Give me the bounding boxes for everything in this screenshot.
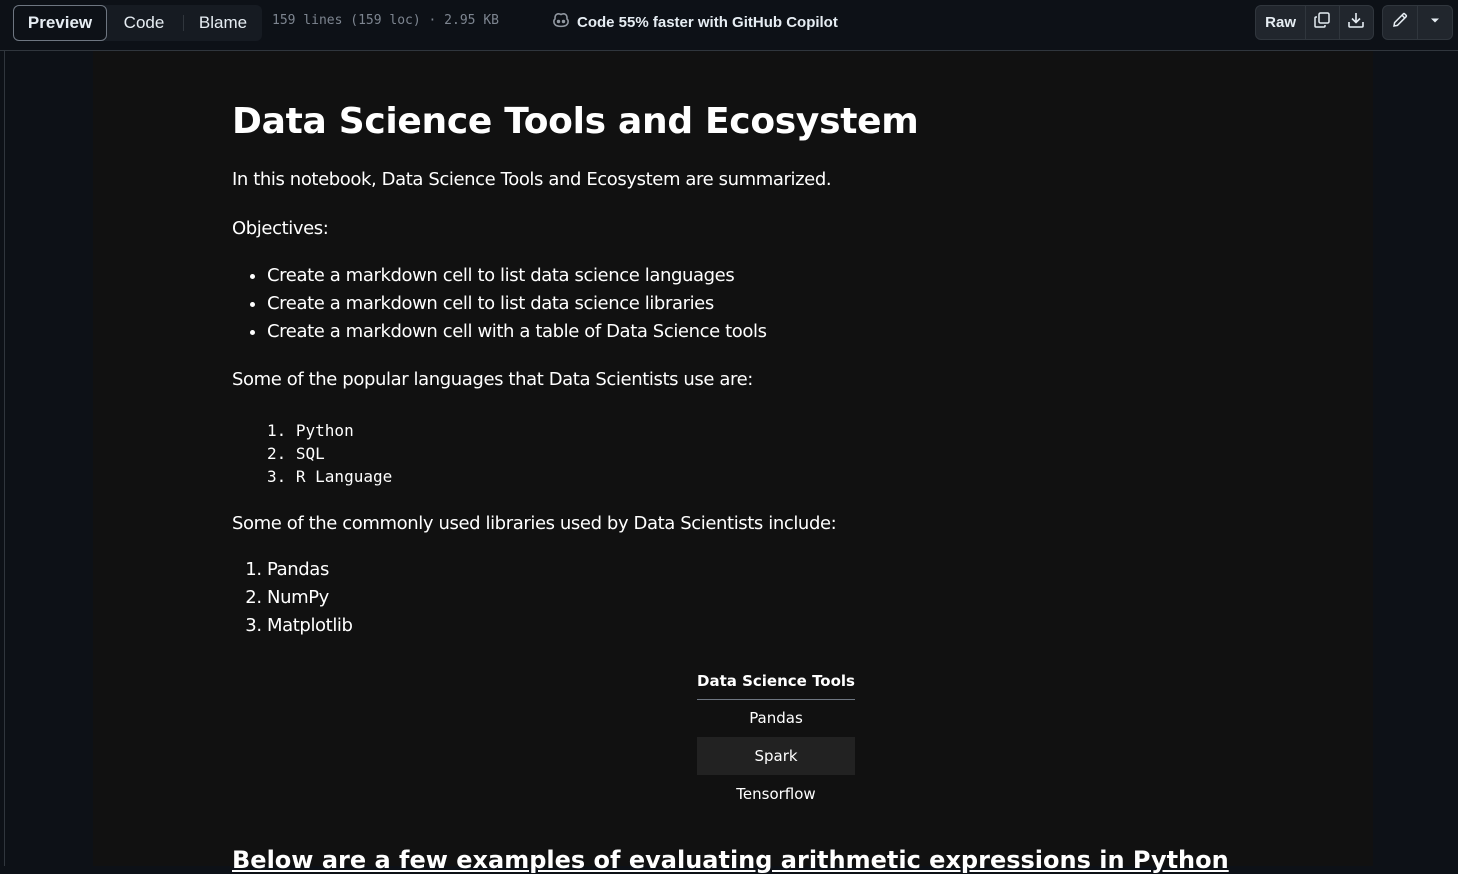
languages-intro: Some of the popular languages that Data …: [232, 369, 753, 390]
file-content-frame: Data Science Tools and Ecosystem In this…: [4, 51, 1458, 874]
edit-actions-group: [1382, 5, 1453, 40]
tab-code[interactable]: Code: [109, 5, 179, 41]
list-item: Matplotlib: [267, 614, 353, 642]
download-button[interactable]: [1340, 6, 1373, 39]
raw-actions-group: Raw: [1255, 5, 1374, 40]
list-item: Create a markdown cell with a table of D…: [267, 320, 767, 348]
copilot-icon: [551, 10, 571, 34]
download-icon: [1347, 11, 1365, 34]
triangle-down-icon: [1426, 11, 1444, 34]
table-header-row: Data Science Tools: [697, 663, 855, 700]
list-item: Create a markdown cell to list data scie…: [267, 292, 767, 320]
copy-raw-button[interactable]: [1306, 6, 1340, 39]
code-line: 1. Python: [267, 421, 354, 440]
more-edit-options-button[interactable]: [1418, 6, 1452, 39]
copilot-promo-link[interactable]: Code 55% faster with GitHub Copilot: [551, 11, 838, 33]
table-cell: Tensorflow: [736, 785, 816, 803]
table-row: Pandas: [697, 699, 855, 737]
tab-blame[interactable]: Blame: [185, 5, 261, 41]
objectives-label: Objectives:: [232, 218, 329, 239]
arithmetic-section-heading: Below are a few examples of evaluating a…: [232, 846, 1229, 874]
tools-table: Data Science Tools Pandas Spark Tensorfl…: [697, 663, 855, 813]
view-mode-segmented-control: Preview Code Blame: [13, 5, 262, 41]
code-line: 3. R Language: [267, 467, 393, 486]
code-line: 2. SQL: [267, 444, 325, 463]
libraries-list: Pandas NumPy Matplotlib: [232, 558, 353, 642]
libraries-intro: Some of the commonly used libraries used…: [232, 513, 837, 534]
languages-code-block: 1. Python 2. SQL 3. R Language: [267, 419, 392, 488]
table-row: Spark: [697, 737, 855, 775]
table-cell: Pandas: [749, 709, 803, 728]
copy-icon: [1313, 11, 1331, 34]
notebook-title: Data Science Tools and Ecosystem: [232, 101, 919, 142]
file-toolbar: Preview Code Blame 159 lines (159 loc) ·…: [0, 0, 1458, 51]
pencil-icon: [1391, 11, 1409, 34]
tab-preview[interactable]: Preview: [13, 5, 107, 41]
raw-button[interactable]: Raw: [1256, 6, 1307, 39]
copilot-promo-text: Code 55% faster with GitHub Copilot: [577, 13, 838, 31]
file-meta: 159 lines (159 loc) · 2.95 KB: [272, 13, 499, 28]
list-item: NumPy: [267, 586, 353, 614]
table-row: Tensorflow: [697, 775, 855, 813]
table-header-cell: Data Science Tools: [697, 663, 855, 700]
notebook-preview: Data Science Tools and Ecosystem In this…: [93, 51, 1373, 874]
edit-file-button[interactable]: [1383, 6, 1418, 39]
table-cell: Spark: [697, 737, 855, 775]
list-item: Create a markdown cell to list data scie…: [267, 264, 767, 292]
tab-divider: [183, 15, 184, 31]
list-item: Pandas: [267, 558, 353, 586]
intro-paragraph: In this notebook, Data Science Tools and…: [232, 169, 832, 190]
objectives-list: Create a markdown cell to list data scie…: [232, 264, 767, 348]
